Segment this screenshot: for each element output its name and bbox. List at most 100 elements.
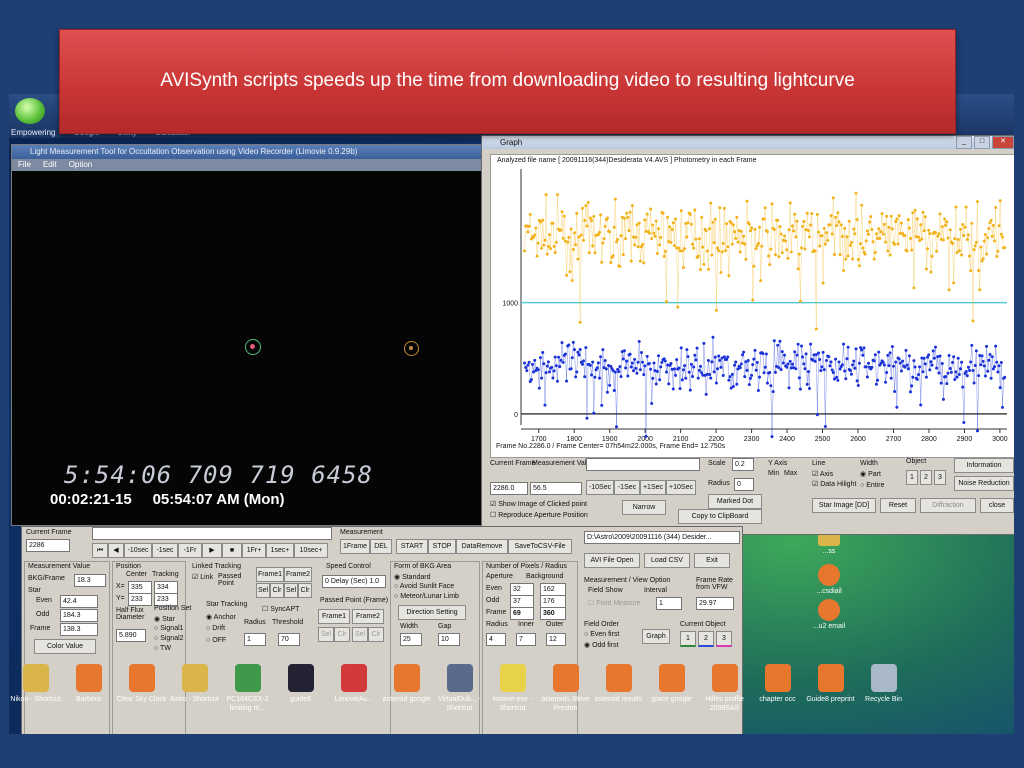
pp-frame2-button[interactable]: Frame2 [352,609,384,624]
desktop-icon[interactable]: Hilfes profile 2009SAS [698,664,751,734]
menu-edit[interactable]: Edit [43,159,57,171]
data-point[interactable] [717,354,721,358]
data-point[interactable] [1003,375,1007,379]
data-point[interactable] [748,376,752,380]
link-checkbox[interactable]: ☑ Link [192,573,213,581]
noise-reduction-button[interactable]: Noise Reduction [954,476,1014,491]
current-object-3-button[interactable]: 3 [716,631,732,647]
data-point[interactable] [523,361,527,365]
save-csv-button[interactable]: SaveToCSV-File [508,539,572,554]
object-2-button[interactable]: 2 [920,470,932,485]
color-value-button[interactable]: Color Value [34,639,96,654]
back-1sec-button[interactable]: -1sec [152,543,178,558]
even-first-radio[interactable]: ○ Even first [584,631,619,638]
fwd-1fr-button[interactable]: 1Fr+ [242,543,266,558]
desktop-icon[interactable]: chapter occ [751,664,804,734]
play-button[interactable]: ▶ [202,543,222,558]
reset-button[interactable]: Reset [880,498,916,513]
video-frame[interactable]: 5:54:06 709 719 6458 00:02:21-15 05:54:0… [12,171,482,525]
back-10sec-button[interactable]: -10Sec [586,480,614,495]
inner-input[interactable]: 7 [516,633,536,646]
standard-radio[interactable]: ◉ Standard [394,573,430,581]
entire-radio[interactable]: ○ Entire [860,482,884,489]
desktop-icon[interactable]: PC164CEX-2 limiting m... [221,664,274,734]
empowering-logo-icon[interactable] [15,98,45,124]
anchor-radio[interactable]: ◉ Anchor [206,613,236,621]
data-point[interactable] [576,350,580,354]
clr2-button[interactable]: Clr [298,583,312,598]
exit-button[interactable]: Exit [694,553,730,568]
direction-setting-button[interactable]: Direction Setting [398,605,466,620]
data-point[interactable] [874,382,878,386]
reproduce-checkbox[interactable]: ☐ Reproduce Aperture Position [490,511,588,519]
signal2-radio[interactable]: ○ Signal2 [154,635,184,642]
outer-input[interactable]: 12 [546,633,566,646]
fwd-10sec-button[interactable]: 10sec+ [294,543,328,558]
diffraction-button[interactable]: Diffraction [920,498,976,513]
data-point[interactable] [973,244,977,248]
fwd-1sec-button[interactable]: 1sec+ [266,543,294,558]
avi-open-button[interactable]: AVI File Open [584,553,640,568]
back-1sec-button[interactable]: -1Sec [614,480,640,495]
comparison-star-aperture-icon[interactable] [404,341,419,356]
data-point[interactable] [981,359,985,363]
clr1-button[interactable]: Clr [270,583,284,598]
part-radio[interactable]: ◉ Part [860,470,881,478]
del-button[interactable]: DEL [370,539,392,554]
marked-dot-button[interactable]: Marked Dot [708,494,762,509]
data-point[interactable] [828,364,832,368]
menu-file[interactable]: File [18,159,31,171]
object-1-button[interactable]: 1 [906,470,918,485]
data-point[interactable] [897,357,901,361]
desktop-icon[interactable]: Recycle Bin [857,664,910,734]
back-10sec-button[interactable]: -10sec [124,543,152,558]
graph-button[interactable]: Graph [642,629,670,644]
target-star-aperture-icon[interactable] [245,339,261,355]
field-measure-checkbox[interactable]: ☐ Field Measure [588,599,641,607]
menu-option[interactable]: Option [69,159,93,171]
minimize-icon[interactable]: _ [956,136,972,149]
frame-slider[interactable] [92,527,332,540]
rewind-button[interactable]: ◀ [108,543,124,558]
delay-slider[interactable]: 0 Delay (Sec) 1.0 [322,575,386,588]
tw-radio[interactable]: ○ TW [154,645,171,652]
measurement-value[interactable]: 56.5 [530,482,582,495]
sel1-button[interactable]: Sel [256,583,270,598]
radius-input[interactable]: 1 [244,633,266,646]
desktop-icon[interactable]: Astro - Shortcut [168,664,221,734]
axis-checkbox[interactable]: ☑ Axis [812,470,833,478]
desktop-icon[interactable]: VirtualDub... - Shortcut [433,664,486,734]
frame2-button[interactable]: Frame2 [284,567,312,582]
threshold-input[interactable]: 70 [278,633,300,646]
maximize-icon[interactable]: □ [974,136,990,149]
data-point[interactable] [861,246,865,250]
frame1-button[interactable]: Frame1 [256,567,284,582]
data-point[interactable] [1003,246,1007,250]
graph-frame-slider[interactable] [586,458,700,471]
show-image-checkbox[interactable]: ☑ Show Image of Clicked point [490,500,587,508]
desktop-icon[interactable]: asteroid google [380,664,433,734]
interval-input[interactable]: 1 [656,597,682,610]
information-button[interactable]: Information [954,458,1014,473]
syncapt-checkbox[interactable]: ☐ SyncAPT [262,605,299,613]
star-radio[interactable]: ◉ Star [154,615,175,623]
odd-first-radio[interactable]: ◉ Odd first [584,641,619,649]
current-frame-value[interactable]: 2286.0 [490,482,528,495]
back-1fr-button[interactable]: -1Fr [178,543,202,558]
stop-button[interactable]: ■ [222,543,242,558]
data-point[interactable] [660,360,664,364]
object-3-button[interactable]: 3 [934,470,946,485]
scale-input[interactable]: 0.2 [732,458,754,471]
off-radio[interactable]: ○ OFF [206,637,226,644]
desktop-icon-side-3[interactable]: ...u2 email [799,599,859,630]
close-button[interactable]: close [980,498,1014,513]
desktop-icon-side-2[interactable]: ...csdiail [799,564,859,595]
desktop-icon[interactable]: asteroids Steve Preston [539,664,592,734]
avoid-sunlit-radio[interactable]: ○ Avoid Sunlit Face [394,583,454,590]
desktop-icon[interactable]: Guide8 preprint [804,664,857,734]
data-remove-button[interactable]: DataRemove [456,539,508,554]
one-frame-button[interactable]: 1Frame [340,539,370,554]
drift-radio[interactable]: ○ Drift [206,625,225,632]
current-frame-input[interactable]: 2286 [26,539,70,552]
pp-clr1-button[interactable]: Clr [334,627,350,642]
